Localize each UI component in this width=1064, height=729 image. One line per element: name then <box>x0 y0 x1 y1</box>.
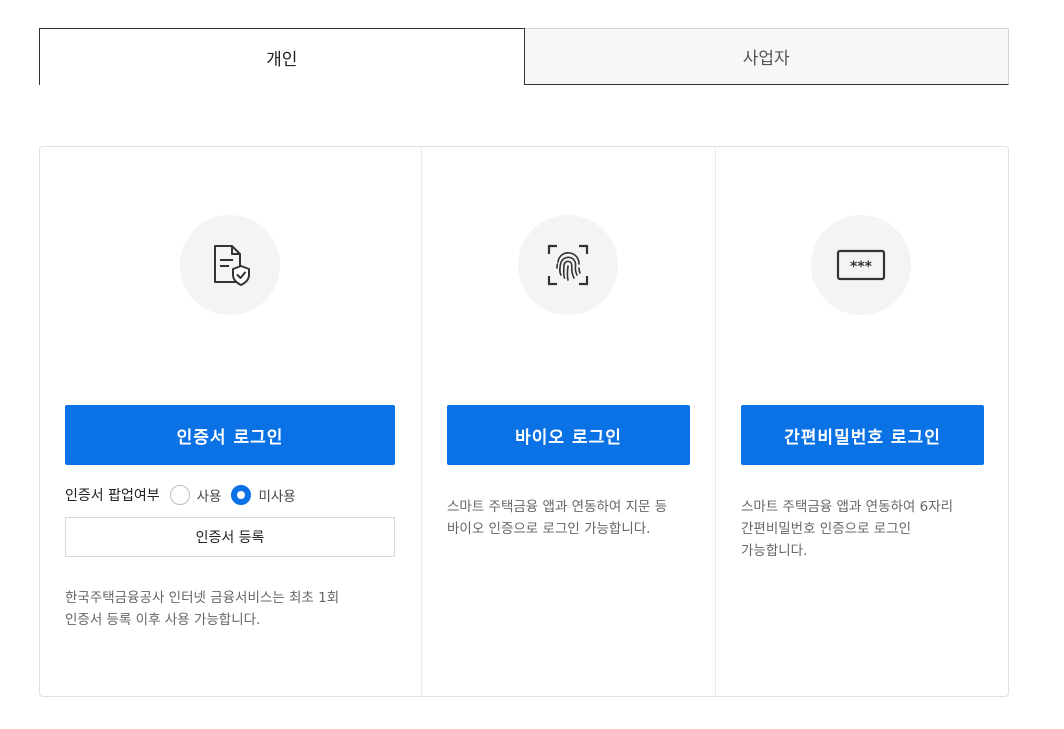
bio-description: 스마트 주택금융 앱과 연동하여 지문 등 바이오 인증으로 로그인 가능합니다… <box>447 496 667 540</box>
radio-use-circle[interactable] <box>169 485 190 505</box>
radio-no-use-circle[interactable] <box>231 485 252 505</box>
cert-login-card: 인증서 로그인 인증서 팝업여부 사용 미사용 인증서 등록 한국주택금융공사 … <box>40 147 421 696</box>
radio-no-use[interactable]: 미사용 <box>231 485 296 505</box>
cert-desc-line-1: 한국주택금융공사 인터넷 금융서비스는 최초 1회 <box>65 590 340 606</box>
pin-desc-line-1: 스마트 주택금융 앱과 연동하여 6자리 <box>741 499 954 515</box>
password-field-icon: *** <box>811 215 911 315</box>
bio-login-button[interactable]: 바이오 로그인 <box>447 405 690 465</box>
cert-popup-option: 인증서 팝업여부 사용 미사용 <box>65 484 306 506</box>
pin-desc-line-2: 간편비밀번호 인증으로 로그인 <box>741 521 912 537</box>
radio-no-use-label: 미사용 <box>258 489 296 505</box>
cert-description: 한국주택금융공사 인터넷 금융서비스는 최초 1회 인증서 등록 이후 사용 가… <box>65 587 339 631</box>
cert-desc-line-2: 인증서 등록 이후 사용 가능합니다. <box>65 612 261 628</box>
cert-popup-label: 인증서 팝업여부 <box>65 488 160 504</box>
bio-desc-line-2: 바이오 인증으로 로그인 가능합니다. <box>447 521 651 537</box>
tab-business[interactable]: 사업자 <box>524 28 1009 85</box>
bio-desc-line-1: 스마트 주택금융 앱과 연동하여 지문 등 <box>447 499 668 515</box>
pin-login-card: *** 간편비밀번호 로그인 스마트 주택금융 앱과 연동하여 6자리 간편비밀… <box>715 147 1008 696</box>
bio-login-card: 바이오 로그인 스마트 주택금융 앱과 연동하여 지문 등 바이오 인증으로 로… <box>421 147 715 696</box>
cert-login-button[interactable]: 인증서 로그인 <box>65 405 395 465</box>
fingerprint-icon <box>518 215 618 315</box>
login-methods-panel: 인증서 로그인 인증서 팝업여부 사용 미사용 인증서 등록 한국주택금융공사 … <box>39 146 1009 697</box>
radio-use-label: 사용 <box>196 489 222 505</box>
password-field-icon-text: *** <box>850 259 873 275</box>
pin-description: 스마트 주택금융 앱과 연동하여 6자리 간편비밀번호 인증으로 로그인 가능합… <box>741 496 953 562</box>
pin-desc-line-3: 가능합니다. <box>741 543 808 559</box>
pin-login-button[interactable]: 간편비밀번호 로그인 <box>741 405 984 465</box>
cert-register-button[interactable]: 인증서 등록 <box>65 517 395 557</box>
radio-use[interactable]: 사용 <box>169 485 222 505</box>
tab-personal[interactable]: 개인 <box>39 28 525 85</box>
login-type-tabs: 개인 사업자 <box>39 28 1009 86</box>
certificate-shield-icon <box>180 215 280 315</box>
